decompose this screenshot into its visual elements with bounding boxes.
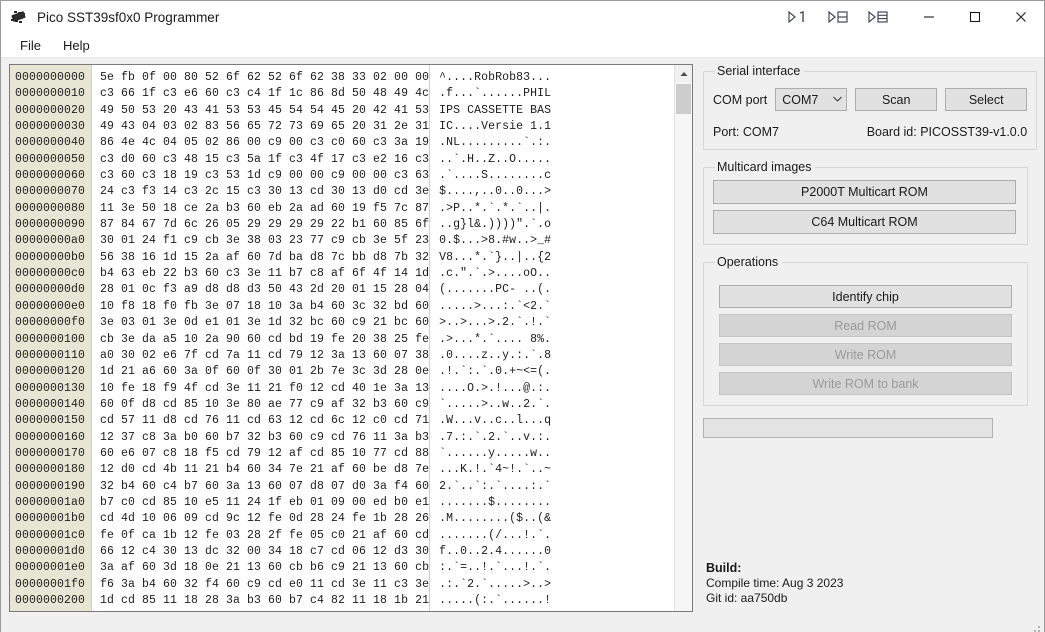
close-button[interactable] — [998, 1, 1044, 33]
chevron-down-icon — [833, 95, 843, 104]
com-port-select[interactable]: COM7 — [775, 88, 848, 111]
hex-address-column: 0000000000 0000000010 0000000020 0000000… — [10, 65, 93, 611]
maximize-button[interactable] — [952, 1, 998, 33]
port-status: Port: COM7 — [713, 125, 779, 139]
application-window: Pico SST39sf0x0 Programmer File Help 000… — [0, 0, 1045, 632]
build-heading: Build: — [706, 561, 742, 575]
snap-layout-2-icon[interactable] — [827, 8, 849, 26]
multicard-images-group: Multicard images P2000T Multicart ROM C6… — [703, 160, 1028, 245]
snap-layout-group — [787, 1, 889, 33]
read-rom-button: Read ROM — [719, 314, 1012, 337]
progress-bar — [703, 418, 993, 438]
menu-bar: File Help — [1, 33, 1044, 58]
write-rom-to-bank-button: Write ROM to bank — [719, 372, 1012, 395]
chip-icon — [10, 9, 28, 25]
minimize-button[interactable] — [906, 1, 952, 33]
p2000t-multicart-rom-button[interactable]: P2000T Multicart ROM — [713, 180, 1016, 204]
com-port-label: COM port — [713, 92, 768, 107]
status-bar — [1, 612, 1044, 632]
main-content: 0000000000 0000000010 0000000020 0000000… — [1, 58, 1044, 612]
multicard-images-legend: Multicard images — [717, 160, 812, 174]
operations-group: Operations Identify chip Read ROM Write … — [703, 255, 1028, 406]
operations-legend: Operations — [717, 255, 779, 269]
scroll-up-arrow[interactable] — [675, 65, 692, 82]
identify-chip-button[interactable]: Identify chip — [719, 285, 1012, 308]
board-id: Board id: PICOSST39-v1.0.0 — [866, 125, 1028, 139]
com-port-value: COM7 — [782, 92, 819, 107]
hex-bytes-column: 5e fb 0f 00 80 52 6f 62 52 6f 62 38 33 0… — [92, 65, 431, 611]
build-git-id: Git id: aa750db — [706, 591, 788, 605]
hex-viewer-scrollbar[interactable] — [674, 65, 692, 611]
menu-item-file[interactable]: File — [9, 36, 52, 55]
menu-item-help[interactable]: Help — [52, 36, 101, 55]
build-info: Build: Compile time: Aug 3 2023 Git id: … — [706, 561, 843, 606]
select-button[interactable]: Select — [945, 88, 1028, 111]
hex-viewer[interactable]: 0000000000 0000000010 0000000020 0000000… — [10, 65, 674, 611]
title-bar: Pico SST39sf0x0 Programmer — [1, 1, 1044, 33]
snap-layout-3-icon[interactable] — [867, 8, 889, 26]
serial-interface-group: Serial interface COM port COM7 Scan Sele… — [703, 64, 1038, 150]
scrollbar-thumb[interactable] — [676, 84, 691, 114]
control-panel: Serial interface COM port COM7 Scan Sele… — [703, 64, 1038, 612]
snap-layout-1-icon[interactable] — [787, 8, 809, 26]
window-controls — [906, 1, 1044, 33]
hex-viewer-panel: 0000000000 0000000010 0000000020 0000000… — [9, 64, 693, 612]
resize-grip-icon[interactable] — [1030, 626, 1041, 632]
serial-interface-legend: Serial interface — [717, 64, 801, 78]
write-rom-button: Write ROM — [719, 343, 1012, 366]
hex-ascii-column: ^....RobRob83... .f...`......PHIL IPS CA… — [439, 71, 552, 607]
scan-button[interactable]: Scan — [855, 88, 938, 111]
window-title: Pico SST39sf0x0 Programmer — [37, 9, 220, 25]
build-compile-time: Compile time: Aug 3 2023 — [706, 576, 844, 590]
c64-multicart-rom-button[interactable]: C64 Multicart ROM — [713, 210, 1016, 234]
